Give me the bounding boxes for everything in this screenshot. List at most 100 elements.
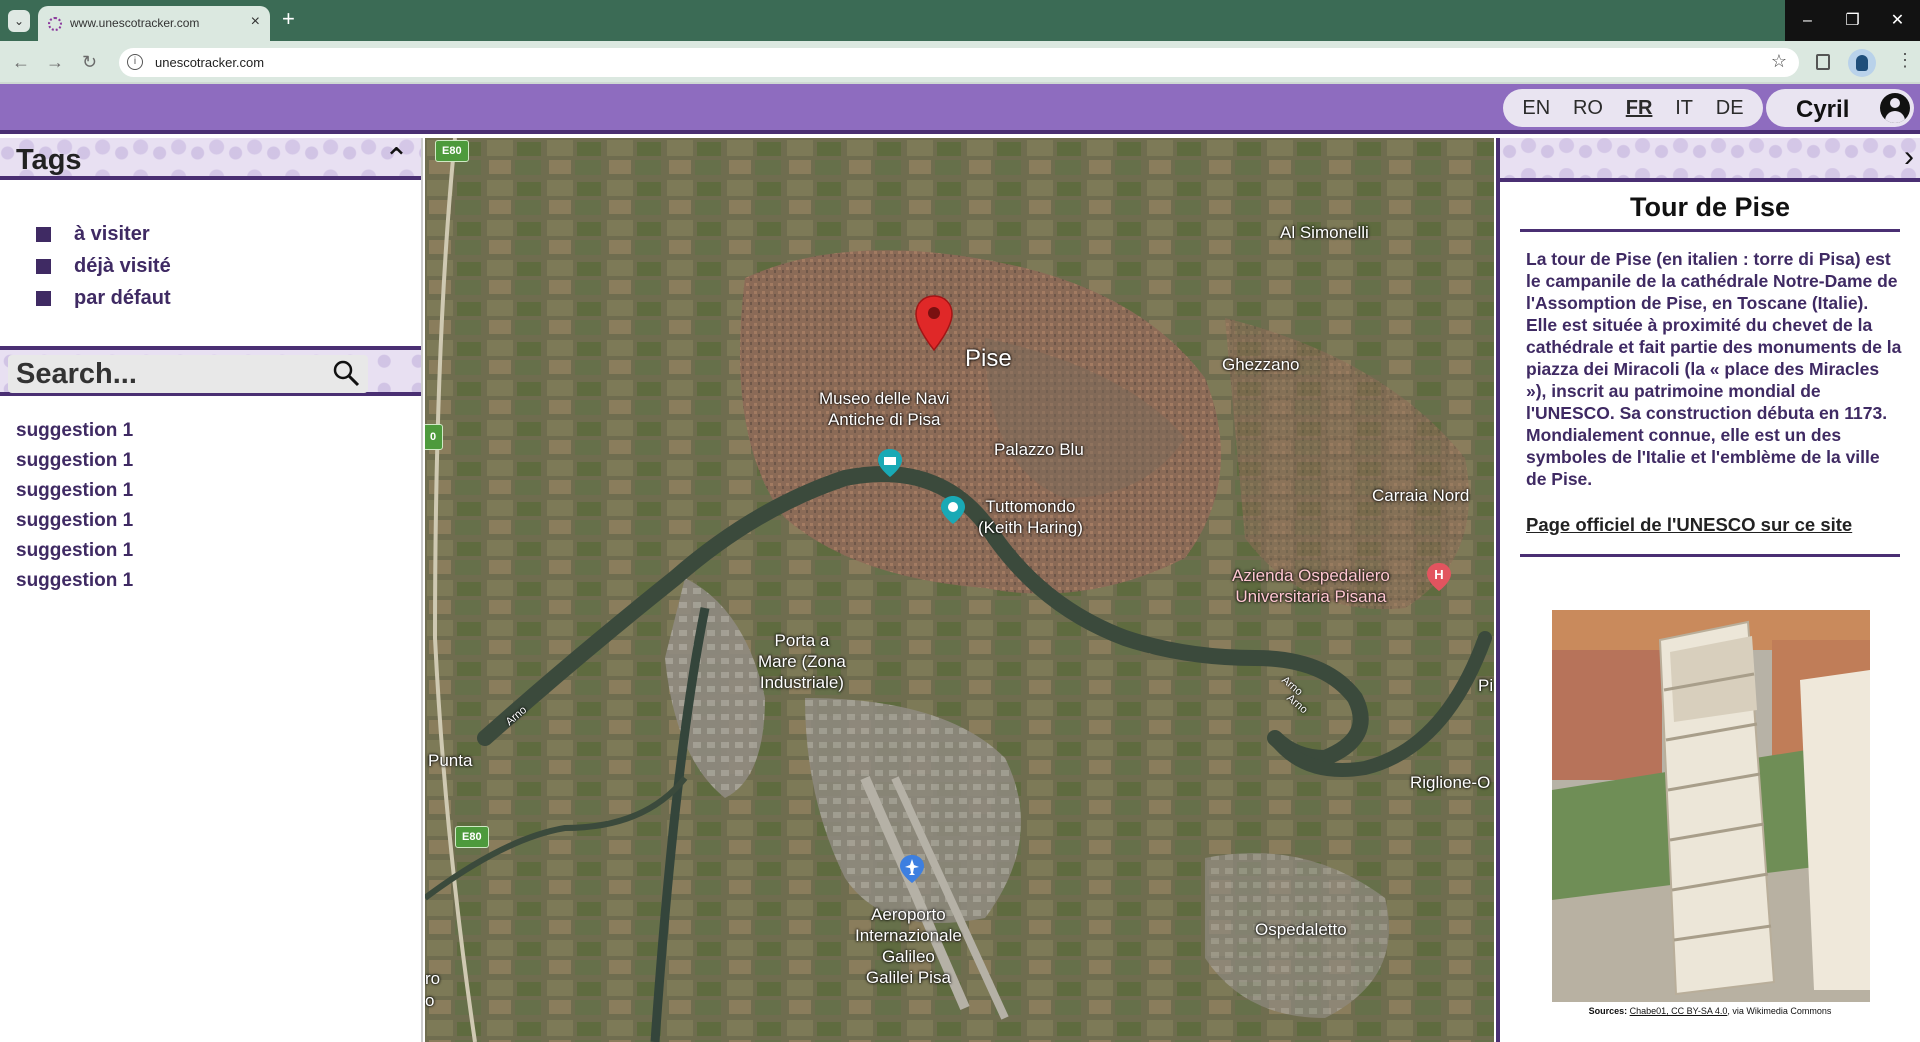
road-shield: 0: [425, 424, 444, 450]
tags-title: Tags: [16, 144, 82, 176]
credit-author-link[interactable]: Chabe01, CC BY-SA 4.0: [1630, 1006, 1728, 1016]
lang-en[interactable]: EN: [1522, 97, 1550, 120]
forward-arrow-icon[interactable]: →: [46, 52, 64, 73]
map-label-ghezzano: Ghezzano: [1222, 355, 1300, 374]
map-label-line: Galilei Pisa: [865, 968, 951, 987]
divider: [1520, 554, 1900, 557]
reload-icon[interactable]: ↻: [82, 52, 97, 73]
search-icon[interactable]: [332, 359, 360, 387]
profile-icon[interactable]: [1848, 49, 1876, 77]
map-label-line: Antiche di Pisa: [827, 410, 941, 429]
user-avatar-icon: [1880, 93, 1910, 123]
map-label-partial: o: [425, 991, 435, 1010]
browser-tab[interactable]: www.unescotracker.com ×: [38, 6, 270, 41]
kebab-menu-icon[interactable]: ⋮: [1896, 50, 1914, 71]
suggestion-item[interactable]: suggestion 1: [16, 480, 421, 510]
plus-icon[interactable]: +: [282, 6, 295, 32]
satellite-map[interactable]: E80 E80 0 H Pise Museo delle Navi Antich…: [425, 138, 1494, 1042]
tag-label: déjà visité: [74, 254, 171, 277]
tag-label: à visiter: [74, 222, 150, 245]
camera-icon[interactable]: [940, 495, 966, 525]
map-label-riglione: Riglione-O: [1410, 773, 1491, 792]
map-label-line: Galileo: [881, 947, 935, 966]
map-label-line: Museo delle Navi: [819, 389, 950, 408]
site-details-panel: › Tour de Pise La tour de Pise (en itali…: [1496, 138, 1920, 1042]
username: Cyril: [1796, 96, 1850, 123]
airport-icon[interactable]: [899, 854, 925, 884]
map-label-porta: Porta a Mare (Zona Industriale): [758, 630, 846, 693]
restore-button[interactable]: ❐: [1830, 0, 1875, 41]
tags-header: Tags ⌃: [0, 138, 421, 180]
map-label-simonelli: Al Simonelli: [1280, 223, 1369, 242]
map-label-line: Universitaria Pisana: [1235, 587, 1387, 606]
tag-item[interactable]: déjà visité: [36, 250, 421, 282]
search-input[interactable]: Search...: [8, 355, 368, 393]
suggestion-list: suggestion 1 suggestion 1 suggestion 1 s…: [0, 396, 421, 600]
suggestion-item[interactable]: suggestion 1: [16, 420, 421, 450]
star-icon[interactable]: ☆: [1771, 51, 1787, 72]
side-panel-icon[interactable]: [1816, 54, 1830, 70]
user-menu[interactable]: Cyril: [1766, 89, 1914, 127]
tag-square-icon: [36, 226, 51, 242]
chevron-up-icon[interactable]: ⌃: [384, 142, 409, 177]
browser-address-bar: ← → ↻ i unescotracker.com ☆: [0, 41, 1920, 84]
tab-dropdown-icon[interactable]: ⌄: [8, 10, 30, 32]
lang-de[interactable]: DE: [1716, 97, 1744, 120]
url-input[interactable]: i unescotracker.com ☆: [119, 48, 1799, 77]
map-label-line: Internazionale: [855, 926, 962, 945]
leaning-tower-photo: [1552, 610, 1870, 1002]
tag-label: par défaut: [74, 286, 171, 309]
unesco-page-link[interactable]: Page officiel de l'UNESCO sur ce site: [1526, 514, 1920, 536]
map-label-line: Porta a: [774, 631, 830, 650]
search-row: Search...: [0, 346, 421, 396]
app-header: EN RO FR IT DE Cyril: [0, 84, 1920, 134]
search-placeholder: Search...: [16, 358, 137, 390]
map-label-tuttomondo: Tuttomondo (Keith Haring): [978, 496, 1083, 538]
map-label-line: Azienda Ospedaliero: [1232, 566, 1390, 585]
site-description: La tour de Pise (en italien : torre di P…: [1526, 249, 1902, 489]
minimize-button[interactable]: –: [1785, 0, 1830, 41]
site-title: Tour de Pise: [1520, 192, 1900, 232]
back-arrow-icon[interactable]: ←: [12, 52, 30, 73]
map-label-carraia: Carraia Nord: [1372, 486, 1470, 505]
map-label-palazzo: Palazzo Blu: [994, 440, 1084, 459]
close-icon[interactable]: ×: [251, 13, 260, 31]
tag-square-icon: [36, 258, 51, 274]
tab-title: www.unescotracker.com: [70, 16, 200, 30]
close-window-button[interactable]: ✕: [1875, 0, 1920, 41]
map-label-ospedaletto: Ospedaletto: [1255, 920, 1347, 939]
site-favicon-icon: [48, 17, 62, 31]
credit-prefix: Sources:: [1588, 1006, 1628, 1016]
url-text: unescotracker.com: [155, 55, 265, 70]
lang-fr[interactable]: FR: [1626, 97, 1653, 120]
suggestion-item[interactable]: suggestion 1: [16, 540, 421, 570]
map-label-line: (Keith Haring): [978, 518, 1083, 537]
map-label-line: Aeroporto: [871, 905, 946, 924]
info-icon[interactable]: i: [127, 54, 143, 70]
road-shield-e80: E80: [435, 140, 469, 162]
map-label-city: Pise: [965, 345, 1012, 372]
tag-item[interactable]: par défaut: [36, 282, 421, 314]
tag-list: à visiter déjà visité par défaut: [0, 180, 421, 346]
window-controls: – ❐ ✕: [1785, 0, 1920, 41]
lang-ro[interactable]: RO: [1573, 97, 1603, 120]
map-label-museo: Museo delle Navi Antiche di Pisa: [819, 388, 949, 430]
suggestion-item[interactable]: suggestion 1: [16, 450, 421, 480]
tag-item[interactable]: à visiter: [36, 218, 421, 250]
lang-it[interactable]: IT: [1675, 97, 1693, 120]
chevron-right-icon[interactable]: ›: [1904, 140, 1914, 174]
language-switcher: EN RO FR IT DE: [1503, 89, 1763, 127]
image-credit: Sources: Chabe01, CC BY-SA 4.0, via Wiki…: [1500, 1006, 1920, 1016]
suggestion-item[interactable]: suggestion 1: [16, 570, 421, 600]
map-label-punta: Punta: [428, 751, 473, 770]
suggestion-item[interactable]: suggestion 1: [16, 510, 421, 540]
road-shield-e80: E80: [455, 826, 489, 848]
details-header: ›: [1500, 138, 1920, 182]
svg-text:H: H: [1434, 567, 1443, 582]
left-panel: Tags ⌃ à visiter déjà visité par défaut …: [0, 138, 423, 1042]
map-label-line: Tuttomondo: [985, 497, 1076, 516]
map-label-line: Mare (Zona: [758, 652, 846, 671]
location-pin-icon[interactable]: [914, 294, 954, 352]
hospital-icon[interactable]: H: [1426, 562, 1452, 592]
museum-icon[interactable]: [877, 448, 903, 478]
